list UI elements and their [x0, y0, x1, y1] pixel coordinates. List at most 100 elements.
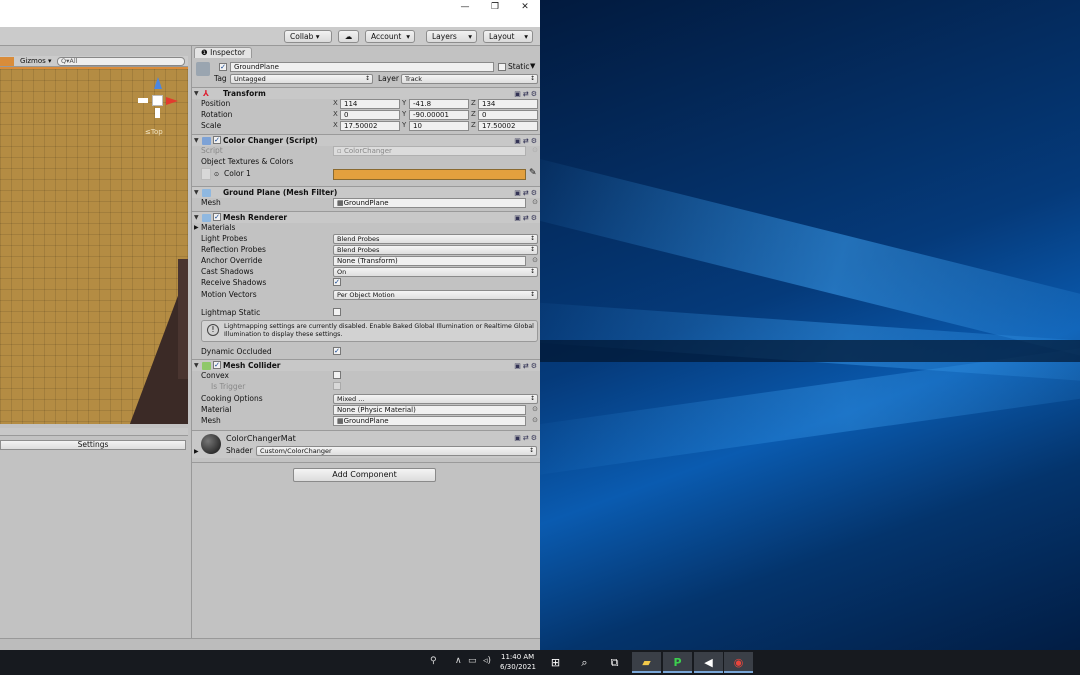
- dynamic-occluded-checkbox[interactable]: ✓: [333, 347, 341, 355]
- collider-mesh-field[interactable]: ▦GroundPlane: [333, 416, 526, 426]
- gizmo-center-cube: [152, 95, 163, 106]
- task-view-icon[interactable]: ⧉: [600, 652, 629, 673]
- lightmap-static-checkbox[interactable]: ✓: [333, 308, 341, 316]
- volume-icon[interactable]: ◃): [483, 656, 491, 666]
- tab-inspector[interactable]: ❶ Inspector: [194, 47, 253, 58]
- light-probes-label: Light Probes: [201, 234, 248, 243]
- cloud-icon: ☁: [344, 32, 353, 41]
- chevron-up-icon[interactable]: ∧: [455, 656, 462, 666]
- gizmos-dropdown[interactable]: Gizmos ▾: [20, 56, 52, 67]
- chevron-down-icon: ▾: [524, 32, 528, 41]
- component-menu-icons[interactable]: ▣⇄⚙: [514, 434, 539, 442]
- scene-view[interactable]: ≤Top: [0, 67, 188, 424]
- collider-mesh-label: Mesh: [201, 416, 221, 425]
- layers-dropdown[interactable]: Layers ▾: [426, 30, 477, 43]
- layout-dropdown[interactable]: Layout ▾: [483, 30, 533, 43]
- color1-dot-icon: ⊙: [214, 171, 220, 178]
- layers-label: Layers: [432, 32, 457, 41]
- clock-date[interactable]: 6/30/2021: [500, 663, 536, 671]
- scene-gizmo[interactable]: [138, 75, 180, 125]
- network-icon[interactable]: ▭: [468, 656, 477, 666]
- convex-checkbox[interactable]: ✓: [333, 371, 341, 379]
- physic-material-field[interactable]: None (Physic Material): [333, 405, 526, 415]
- color1-field[interactable]: [333, 169, 526, 180]
- color-changer-enabled-checkbox[interactable]: ✓: [213, 136, 221, 144]
- materials-row[interactable]: ▶ Materials: [192, 222, 540, 233]
- minimize-button[interactable]: —: [450, 0, 480, 14]
- close-button[interactable]: ✕: [510, 0, 540, 14]
- search-icon[interactable]: ⌕: [570, 652, 599, 673]
- material-name: ColorChangerMat: [226, 434, 296, 443]
- rotation-row: Rotation X 0 Y -90.00001 Z 0: [192, 109, 540, 120]
- mesh-collider-enabled-checkbox[interactable]: ✓: [213, 361, 221, 369]
- x-axis-label: X: [333, 121, 338, 129]
- cooking-options-label: Cooking Options: [201, 394, 263, 403]
- scene-search-input[interactable]: Q▾All: [57, 57, 185, 66]
- shader-dropdown[interactable]: Custom/ColorChanger: [256, 446, 537, 456]
- account-dropdown[interactable]: Account ▾: [365, 30, 415, 43]
- file-explorer-icon[interactable]: ▰: [632, 652, 661, 673]
- object-picker-icon[interactable]: ⊙: [532, 255, 538, 266]
- status-bar: [0, 638, 540, 650]
- account-label: Account: [371, 32, 402, 41]
- scene-toolbar: Gizmos ▾ Q▾All: [0, 56, 188, 67]
- chrome-icon[interactable]: ◉: [724, 652, 753, 673]
- script-row: Script ▫ ColorChanger ⊙: [192, 145, 540, 156]
- is-trigger-label: Is Trigger: [211, 382, 246, 391]
- dynamic-occluded-row: Dynamic Occluded ✓: [192, 346, 540, 357]
- position-z-field[interactable]: 134: [478, 99, 538, 109]
- material-foldout-icon[interactable]: ▶: [194, 448, 199, 455]
- object-active-checkbox[interactable]: ✓: [219, 63, 227, 71]
- object-picker-icon[interactable]: ⊙: [532, 415, 538, 426]
- mesh-filter-mesh-field[interactable]: ▦GroundPlane: [333, 198, 526, 208]
- add-component-button[interactable]: Add Component: [293, 468, 436, 482]
- mesh-filter-mesh-value: GroundPlane: [343, 199, 389, 207]
- unity-icon[interactable]: ◀: [694, 652, 723, 673]
- mesh-renderer-enabled-checkbox[interactable]: ✓: [213, 213, 221, 221]
- position-y-field[interactable]: -41.8: [409, 99, 469, 109]
- object-picker-icon[interactable]: ⊙: [532, 404, 538, 415]
- object-name-field[interactable]: GroundPlane: [230, 62, 494, 72]
- rotation-x-field[interactable]: 0: [340, 110, 400, 120]
- anchor-override-field[interactable]: None (Transform): [333, 256, 526, 266]
- scale-x-field[interactable]: 17.50002: [340, 121, 400, 131]
- layer-dropdown[interactable]: Track: [401, 74, 538, 84]
- static-dropdown-arrow[interactable]: ▼: [530, 62, 535, 70]
- scene-orientation-label: ≤Top: [145, 128, 163, 136]
- tag-dropdown[interactable]: Untagged: [230, 74, 373, 84]
- cast-shadows-dropdown[interactable]: On: [333, 267, 538, 277]
- scale-y-field[interactable]: 10: [409, 121, 469, 131]
- position-row: Position X 114 Y -41.8 Z 134: [192, 98, 540, 109]
- dynamic-occluded-label: Dynamic Occluded: [201, 347, 272, 356]
- start-windows-icon[interactable]: ⊞: [541, 652, 570, 673]
- physic-material-label: Material: [201, 405, 232, 414]
- reflection-probes-dropdown[interactable]: Blend Probes: [333, 245, 538, 255]
- motion-vectors-label: Motion Vectors: [201, 290, 257, 299]
- collab-button[interactable]: Collab ▾: [284, 30, 332, 43]
- people-icon[interactable]: ⚲: [430, 656, 437, 666]
- receive-shadows-checkbox[interactable]: ✓: [333, 278, 341, 286]
- position-x-field[interactable]: 114: [340, 99, 400, 109]
- shader-label: Shader: [226, 446, 253, 455]
- light-probes-dropdown[interactable]: Blend Probes: [333, 234, 538, 244]
- cooking-options-dropdown[interactable]: Mixed ...: [333, 394, 538, 404]
- cloud-button[interactable]: ☁: [338, 30, 359, 43]
- motion-vectors-dropdown[interactable]: Per Object Motion: [333, 290, 538, 300]
- app-green-icon[interactable]: P: [663, 652, 692, 673]
- restore-button[interactable]: ❐: [480, 0, 510, 14]
- rotation-z-field[interactable]: 0: [478, 110, 538, 120]
- eyedropper-icon[interactable]: ✎: [529, 168, 537, 179]
- static-checkbox[interactable]: ✓: [498, 63, 506, 71]
- gizmo-y-axis: [154, 77, 162, 89]
- settings-button[interactable]: Settings: [0, 440, 186, 450]
- scale-label: Scale: [201, 121, 222, 130]
- lower-panel-header: [0, 428, 188, 436]
- scale-z-field[interactable]: 17.50002: [478, 121, 538, 131]
- rotation-y-field[interactable]: -90.00001: [409, 110, 469, 120]
- script-value: ColorChanger: [343, 147, 392, 155]
- object-picker-icon[interactable]: ⊙: [532, 197, 538, 208]
- inspector-panel: ❶ Inspector ✓ GroundPlane ✓ Static ▼ Tag…: [191, 46, 540, 638]
- motion-vectors-row: Motion Vectors Per Object Motion: [192, 289, 540, 300]
- material-sphere-icon: [201, 434, 221, 454]
- clock-time[interactable]: 11:40 AM: [501, 653, 534, 661]
